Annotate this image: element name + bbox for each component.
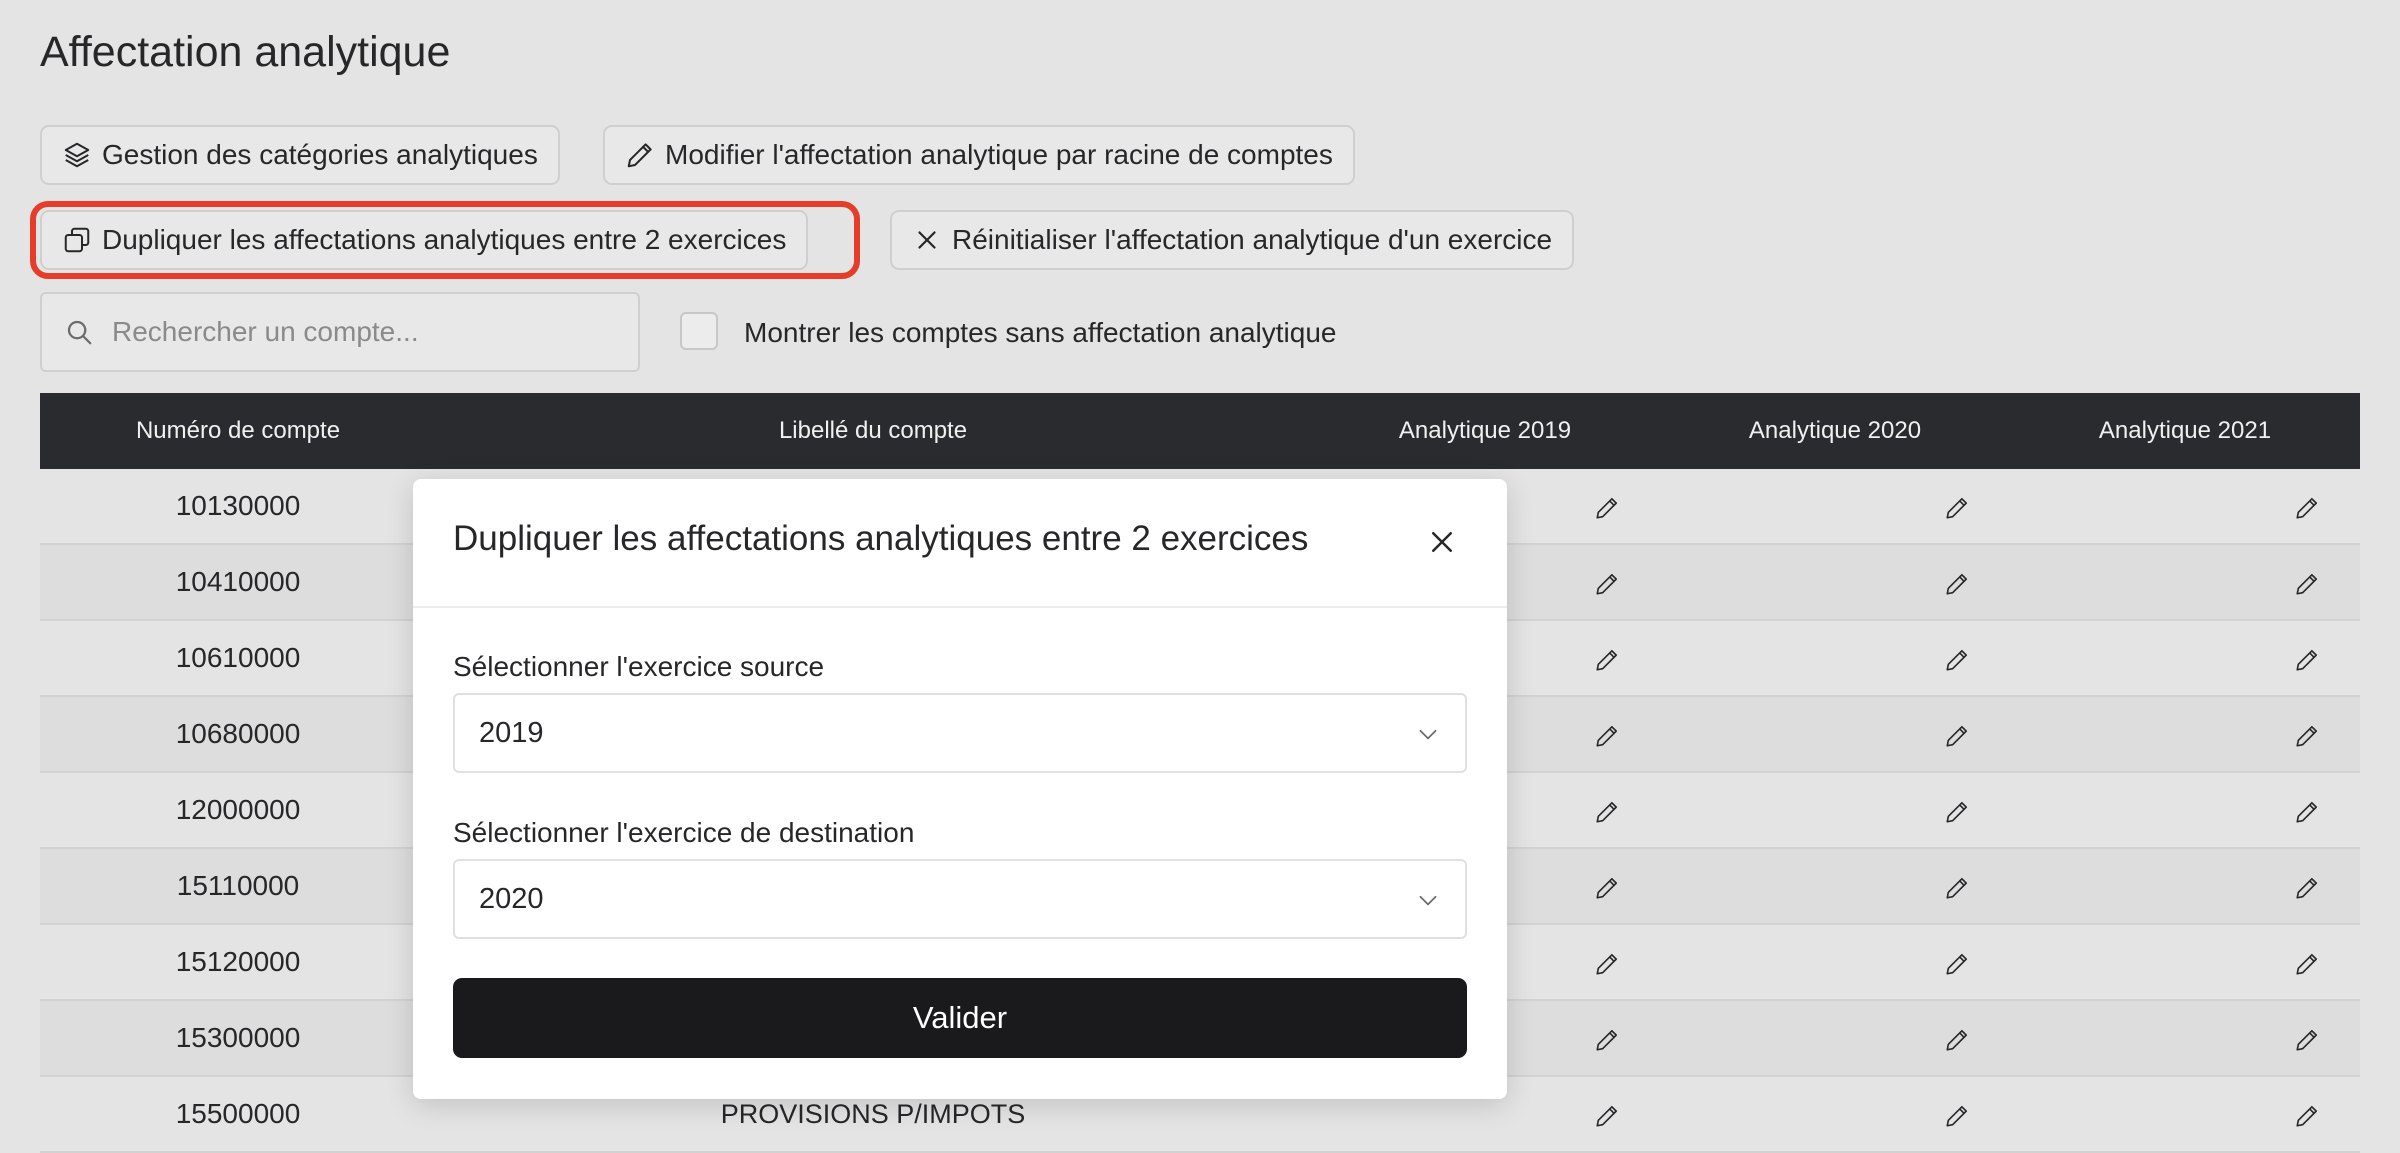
pencil-icon [627,143,652,168]
pencil-icon [2296,801,2318,823]
pencil-icon [2296,573,2318,595]
search-icon [67,320,92,345]
layers-icon [64,142,90,168]
pencil-icon [1596,1105,1618,1127]
reset-label: Réinitialiser l'affectation analytique d… [952,224,1553,255]
modal-divider [413,606,1507,608]
source-year-select[interactable]: 2019 [453,693,1467,773]
duplicate-button-highlight [30,201,860,279]
show-unassigned-checkbox[interactable] [680,312,718,350]
source-year-label: Sélectionner l'exercice source [453,651,825,682]
pencil-icon [2296,953,2318,975]
edit-analytique-2021-button[interactable] [2010,620,2360,697]
pencil-icon [1596,649,1618,671]
manage-categories-button[interactable]: Gestion des catégories analytiques [40,125,560,185]
pencil-icon [1946,497,1968,519]
edit-analytique-2021-button[interactable] [2010,544,2360,621]
duplicate-modal: Dupliquer les affectations analytiques e… [413,479,1507,1099]
pencil-icon [1946,953,1968,975]
pencil-icon [1946,573,1968,595]
pencil-icon [1946,801,1968,823]
account-number-cell: 10410000 [40,544,436,621]
pencil-icon [2296,497,2318,519]
pencil-icon [1946,1105,1968,1127]
pencil-icon [2296,877,2318,899]
edit-analytique-2021-button[interactable] [2010,924,2360,1001]
validate-button[interactable]: Valider [453,978,1467,1058]
destination-year-label: Sélectionner l'exercice de destination [453,817,915,848]
edit-analytique-2020-button[interactable] [1660,544,2010,621]
edit-analytique-2021-button[interactable] [2010,1000,2360,1077]
account-number-cell: 15120000 [40,924,436,1001]
destination-year-select[interactable]: 2020 [453,859,1467,939]
close-icon[interactable] [1427,527,1457,557]
pencil-icon [2296,1105,2318,1127]
modify-by-root-button[interactable]: Modifier l'affectation analytique par ra… [603,125,1355,185]
pencil-icon [2296,1029,2318,1051]
chevron-down-icon [1419,729,1437,740]
close-icon [918,231,936,249]
pencil-icon [1596,725,1618,747]
edit-analytique-2021-button[interactable] [2010,848,2360,925]
modal-title: Dupliquer les affectations analytiques e… [453,519,1309,558]
pencil-icon [1596,497,1618,519]
edit-analytique-2021-button[interactable] [2010,1076,2360,1153]
show-unassigned-label: Montrer les comptes sans affectation ana… [744,317,1337,348]
pencil-icon [1946,649,1968,671]
reset-button[interactable]: Réinitialiser l'affectation analytique d… [890,210,1575,270]
account-number-cell: 10130000 [40,469,436,545]
pencil-icon [1946,1029,1968,1051]
edit-analytique-2020-button[interactable] [1660,1000,2010,1077]
edit-analytique-2021-button[interactable] [2010,772,2360,849]
search-box[interactable] [40,292,640,372]
pencil-icon [1596,801,1618,823]
pencil-icon [1596,953,1618,975]
edit-analytique-2020-button[interactable] [1660,848,2010,925]
account-number-cell: 12000000 [40,772,436,849]
table-header-row: Numéro de compte Libellé du compte Analy… [40,393,2360,469]
page-title: Affectation analytique [40,28,451,76]
column-header-account-label[interactable]: Libellé du compte [436,393,1310,469]
edit-analytique-2020-button[interactable] [1660,469,2010,545]
account-number-cell: 15300000 [40,1000,436,1077]
account-number-cell: 15500000 [40,1076,436,1153]
pencil-icon [2296,649,2318,671]
pencil-icon [1596,573,1618,595]
edit-analytique-2020-button[interactable] [1660,924,2010,1001]
edit-analytique-2021-button[interactable] [2010,469,2360,545]
account-number-cell: 10610000 [40,620,436,697]
edit-analytique-2020-button[interactable] [1660,1076,2010,1153]
destination-year-value: 2020 [479,882,544,915]
edit-analytique-2020-button[interactable] [1660,620,2010,697]
account-number-cell: 15110000 [40,848,436,925]
pencil-icon [2296,725,2318,747]
manage-categories-label: Gestion des catégories analytiques [102,139,538,170]
edit-analytique-2020-button[interactable] [1660,772,2010,849]
edit-analytique-2021-button[interactable] [2010,696,2360,773]
column-header-analytique-2020[interactable]: Analytique 2020 [1660,393,2010,469]
search-input[interactable] [110,315,634,349]
pencil-icon [1946,725,1968,747]
pencil-icon [1946,877,1968,899]
chevron-down-icon [1419,895,1437,906]
pencil-icon [1596,877,1618,899]
pencil-icon [1596,1029,1618,1051]
edit-analytique-2020-button[interactable] [1660,696,2010,773]
account-number-cell: 10680000 [40,696,436,773]
column-header-account-number[interactable]: Numéro de compte [40,393,436,469]
source-year-value: 2019 [479,716,544,749]
column-header-analytique-2021[interactable]: Analytique 2021 [2010,393,2360,469]
column-header-analytique-2019[interactable]: Analytique 2019 [1310,393,1660,469]
modify-by-root-label: Modifier l'affectation analytique par ra… [665,139,1333,170]
